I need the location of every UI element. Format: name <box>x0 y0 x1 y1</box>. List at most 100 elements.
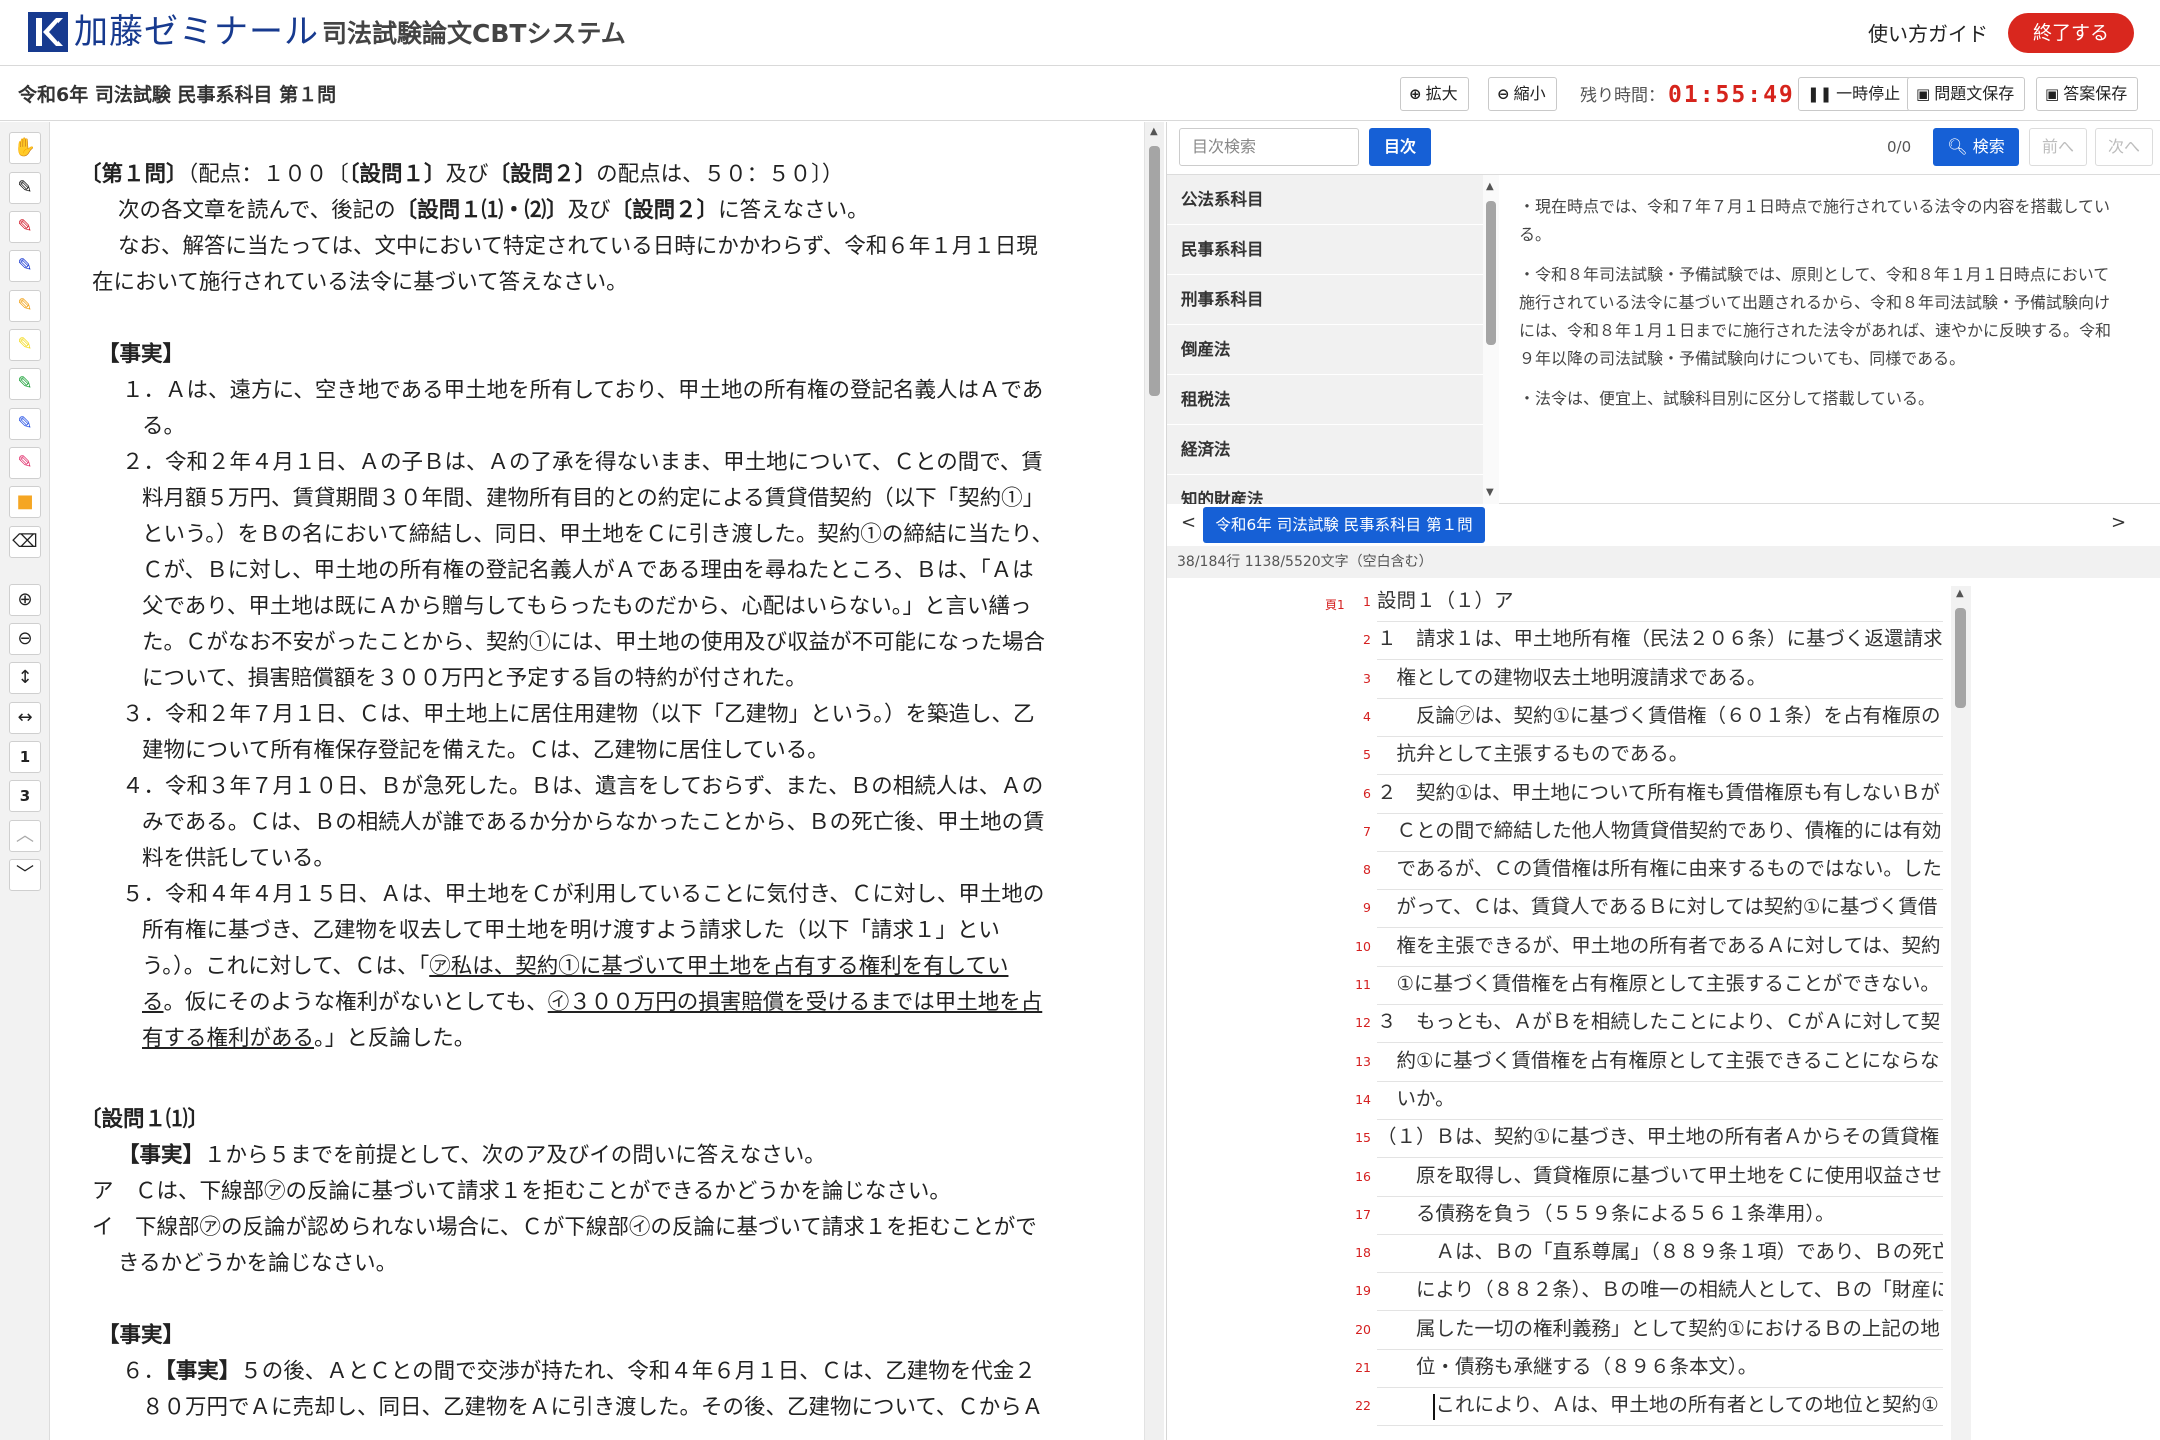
answer-line[interactable]: により（８８２条）、Ｂの唯一の相続人として、Ｂの「財産に <box>1377 1273 1943 1312</box>
answer-line[interactable]: がって、Ｃは、賃貸人であるＢに対しては契約①に基づく賃借 <box>1377 890 1943 929</box>
fit-width-icon[interactable]: ↔ <box>9 702 41 734</box>
category-item[interactable]: 倒産法 <box>1167 325 1483 375</box>
zoom-plus-icon[interactable]: ⊕ <box>9 584 41 616</box>
problem-line: ４．令和３年７月１０日、Ｂが急死した。Ｂは、遺言をしておらず、また、Ｂの相続人は… <box>122 774 1044 799</box>
end-exam-button[interactable]: 終了する <box>2008 13 2134 53</box>
answer-line[interactable]: いか。 <box>1377 1082 1943 1120</box>
tab-answer[interactable]: 令和6年 司法試験 民事系科目 第１問 <box>1203 507 1485 543</box>
answer-line[interactable]: 原を取得し、賃貸権原に基づいて甲土地をＣに使用収益させ <box>1377 1159 1943 1197</box>
pen-red-icon[interactable]: ✎ <box>9 211 41 243</box>
sticky-note-icon[interactable]: ■ <box>9 486 41 518</box>
category-item[interactable]: 民事系科目 <box>1167 225 1483 275</box>
problem-line: 在において施行されている法令に基づいて答えなさい。 <box>92 270 628 295</box>
page-three-icon[interactable]: 3 <box>9 780 41 812</box>
answer-tab-bar: < 令和6年 司法試験 民事系科目 第１問 > <box>1167 504 2160 546</box>
page-one-icon[interactable]: 1 <box>9 741 41 773</box>
answer-line[interactable]: であるが、Ｃの賃借権は所有権に由来するものではない。した <box>1377 852 1943 891</box>
note-text: ・令和８年司法試験・予備試験では、原則として、令和８年１月１日時点において施行さ… <box>1519 265 2112 368</box>
facts-heading: 【事実】 <box>98 342 185 367</box>
problem-text-pane[interactable]: 〔第１問〕（配点：１００〔〔設問１〕及び〔設問２〕の配点は、５０：５０〕） 次の… <box>52 122 1144 1440</box>
pause-button[interactable]: ❚❚ 一時停止 <box>1798 77 1912 111</box>
editor-scrollbar[interactable]: ▲ <box>1951 586 1971 1440</box>
next-button[interactable]: 次へ <box>2095 128 2153 166</box>
answer-line[interactable]: 属した一切の権利義務」として契約①におけるＢの上記の地 <box>1377 1312 1943 1350</box>
answer-line[interactable]: （１）Ｂは、契約①に基づき、甲土地の所有者Ａからその賃貸権 <box>1377 1120 1943 1159</box>
answer-line[interactable]: ２ 契約①は、甲土地について所有権も賃借権原も有しないＢが <box>1377 776 1943 814</box>
problem-line: る。仮にそのような権利がないとしても、㋑３００万円の損害賠償を受けるまでは甲土地… <box>142 990 1043 1015</box>
category-item[interactable]: 公法系科目 <box>1167 175 1483 225</box>
answer-line[interactable]: １ 請求１は、甲土地所有権（民法２０６条）に基づく返還請求 <box>1377 622 1943 661</box>
toc-button[interactable]: 目次 <box>1369 128 1431 166</box>
line-number: 20 <box>1355 1321 1371 1337</box>
page-down-icon[interactable]: ﹀ <box>9 859 41 891</box>
answer-line[interactable]: 反論㋐は、契約①に基づく賃借権（６０１条）を占有権原の <box>1377 699 1943 737</box>
search-button[interactable]: 🔍︎ 検索 <box>1933 128 2019 166</box>
answer-line[interactable]: ①に基づく賃借権を占有権原として主張することができない。 <box>1377 967 1943 1005</box>
facts-heading: 【事実】 <box>98 1323 185 1348</box>
answer-line[interactable]: 権としての建物収去土地明渡請求である。 <box>1377 661 1943 699</box>
answer-line[interactable]: 約①に基づく賃借権を占有権原として主張できることにならな <box>1377 1044 1943 1082</box>
zoom-minus-icon[interactable]: ⊖ <box>9 623 41 655</box>
eraser-icon[interactable]: ⌫ <box>9 526 41 558</box>
toc-search-input[interactable]: 目次検索 <box>1179 128 1359 166</box>
prev-button[interactable]: 前へ <box>2029 128 2087 166</box>
answer-line[interactable]: 設問１（１）ア <box>1377 584 1943 622</box>
answer-line[interactable]: る債務を負う（５５９条による５６１条準用）。 <box>1377 1197 1943 1235</box>
highlighter-green-icon[interactable]: ✎ <box>9 368 41 400</box>
problem-scrollbar[interactable]: ▲ <box>1144 122 1164 1440</box>
line-number: 15 <box>1355 1130 1371 1146</box>
answer-line[interactable]: Ｃとの間で締結した他人物賃貸借契約であり、債権的には有効 <box>1377 814 1943 852</box>
category-scrollbar[interactable]: ▲ ▼ <box>1483 175 1499 505</box>
tab-prev-icon[interactable]: < <box>1181 512 1196 533</box>
pause-icon: ❚❚ <box>1807 85 1833 103</box>
exam-toolbar: 令和6年 司法試験 民事系科目 第１問 ⊕ 拡大 ⊖ 縮小 残り時間： 01:55:… <box>0 67 2160 121</box>
tab-next-icon[interactable]: > <box>2111 512 2126 533</box>
scroll-up-icon[interactable]: ▲ <box>1150 126 1158 137</box>
problem-line: 料を供託している。 <box>142 846 335 871</box>
line-number: 19 <box>1355 1283 1371 1299</box>
category-item[interactable]: 知的財産法 <box>1167 475 1483 505</box>
category-item[interactable]: 刑事系科目 <box>1167 275 1483 325</box>
scrollbar-thumb[interactable] <box>1486 201 1496 345</box>
scrollbar-thumb[interactable] <box>1149 146 1160 396</box>
highlighter-blue-icon[interactable]: ✎ <box>9 408 41 440</box>
zoom-out-button[interactable]: ⊖ 縮小 <box>1488 77 1557 111</box>
answer-line[interactable]: ３ もっとも、ＡがＢを相続したことにより、ＣがＡに対して契 <box>1377 1005 1943 1044</box>
usage-guide-link[interactable]: 使い方ガイド <box>1868 20 1988 48</box>
problem-line: １．Ａは、遠方に、空き地である甲土地を所有しており、甲土地の所有権の登記名義人は… <box>122 378 1044 403</box>
save-problem-button[interactable]: ▣ 問題文保存 <box>1907 77 2026 111</box>
pen-blue-icon[interactable]: ✎ <box>9 250 41 282</box>
scroll-down-icon[interactable]: ▼ <box>1486 487 1494 498</box>
remaining-time: 01:55:49 <box>1668 82 1795 108</box>
highlighter-orange-icon[interactable]: ✎ <box>9 290 41 322</box>
page-up-icon[interactable]: ︿ <box>9 820 41 852</box>
problem-line: 有する権利がある。」と反論した。 <box>142 1026 476 1051</box>
line-number: 17 <box>1355 1206 1371 1222</box>
zoom-out-icon: ⊖ <box>1497 85 1510 103</box>
answer-line[interactable]: これにより、Ａは、甲土地の所有者としての地位と契約① <box>1377 1388 1943 1427</box>
pen-black-icon[interactable]: ✎ <box>9 172 41 204</box>
highlighter-pink-icon[interactable]: ✎ <box>9 447 41 479</box>
highlighter-yellow-icon[interactable]: ✎ <box>9 329 41 361</box>
category-item[interactable]: 租税法 <box>1167 375 1483 425</box>
hand-icon[interactable]: ✋ <box>9 132 41 164</box>
answer-line[interactable]: 位・債務も承継する（８９６条本文）。 <box>1377 1350 1943 1388</box>
answer-editor[interactable]: 頁1 1 設問１（１）ア 2 １ 請求１は、甲土地所有権（民法２０６条）に基づく返還請… <box>1167 578 2160 1440</box>
scroll-up-icon[interactable]: ▲ <box>1956 588 1964 599</box>
answer-line[interactable]: 権を主張できるが、甲土地の所有者であるＡに対しては、契約 <box>1377 929 1943 967</box>
answer-line[interactable]: 抗弁として主張するものである。 <box>1377 737 1943 776</box>
answer-line[interactable]: Ａは、Ｂの「直系尊属」（８８９条１項）であり、Ｂの死亡 <box>1377 1235 1943 1274</box>
line-number: 2 <box>1363 632 1371 648</box>
line-number: 3 <box>1363 670 1371 686</box>
problem-line: Ｃが、Ｂに対し、甲土地の所有権の登記名義人がＡである理由を尋ねたところ、Ｂは、「… <box>142 558 1034 583</box>
search-icon: 🔍︎ <box>1947 137 1968 156</box>
zoom-in-button[interactable]: ⊕ 拡大 <box>1400 77 1469 111</box>
category-item[interactable]: 経済法 <box>1167 425 1483 475</box>
problem-line: た。Ｃがなお不安がったことから、契約①には、甲土地の使用及び収益が不可能になった… <box>142 630 1046 655</box>
category-list: 公法系科目 民事系科目 刑事系科目 倒産法 租税法 経済法 知的財産法 <box>1167 175 1483 505</box>
fit-height-icon[interactable]: ↕ <box>9 662 41 694</box>
save-answer-button[interactable]: ▣ 答案保存 <box>2036 77 2139 111</box>
scroll-up-icon[interactable]: ▲ <box>1486 181 1494 192</box>
note-text: ・現在時点では、令和７年７月１日時点で施行されている法令の内容を搭載している。 <box>1519 197 2111 244</box>
scrollbar-thumb[interactable] <box>1955 608 1966 708</box>
